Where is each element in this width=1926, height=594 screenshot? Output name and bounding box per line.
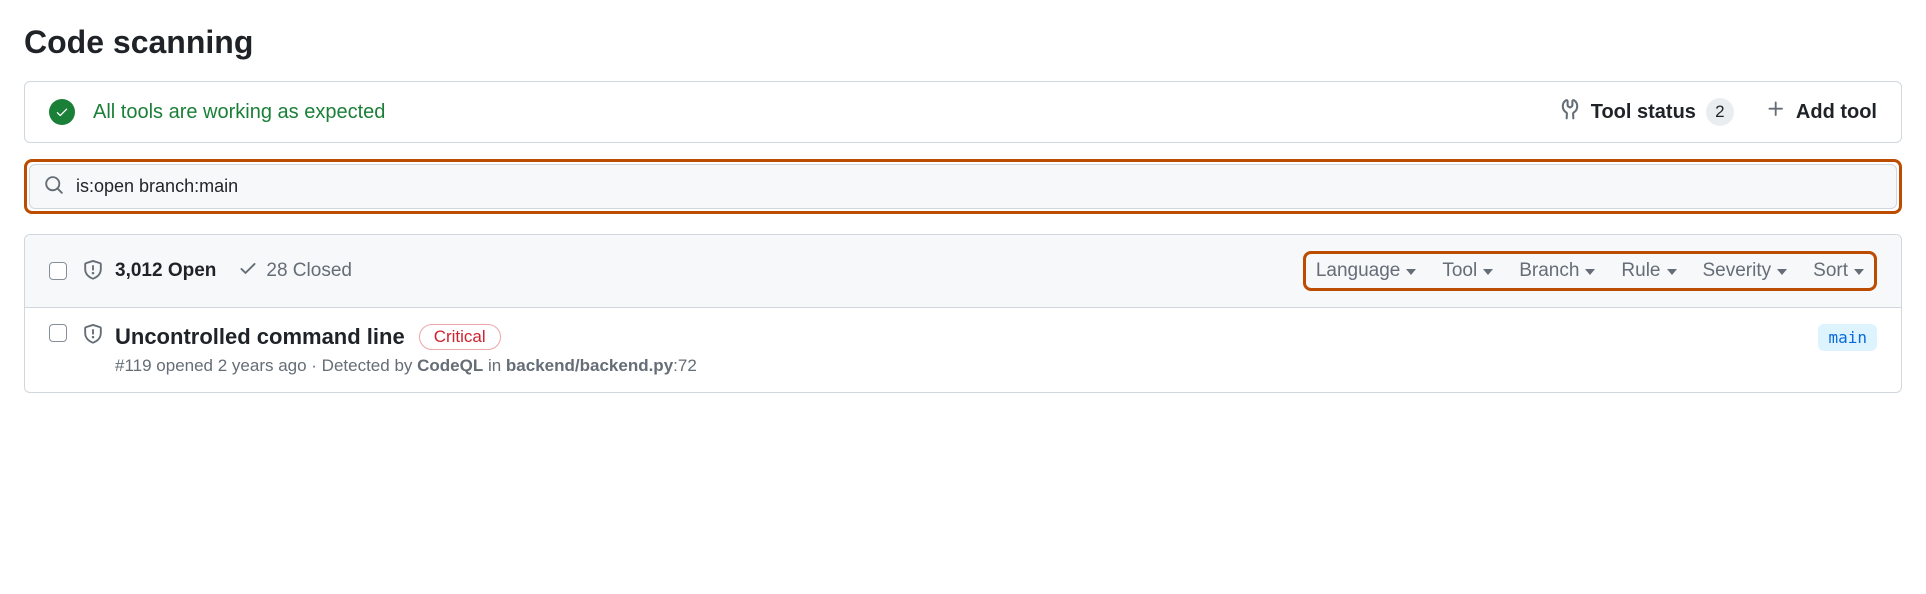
closed-count-label: 28 Closed <box>266 260 352 282</box>
caret-down-icon <box>1483 269 1493 275</box>
check-circle-icon <box>49 99 75 125</box>
caret-down-icon <box>1854 269 1864 275</box>
tool-status-label: Tool status <box>1591 101 1696 124</box>
tool-status-button[interactable]: Tool status 2 <box>1559 98 1734 126</box>
caret-down-icon <box>1777 269 1787 275</box>
check-icon <box>238 258 258 284</box>
alert-meta: #119 opened 2 years ago · Detected by Co… <box>115 356 1818 376</box>
caret-down-icon <box>1585 269 1595 275</box>
open-count-tab[interactable]: 3,012 Open <box>115 260 216 282</box>
search-box[interactable] <box>29 164 1897 209</box>
shield-alert-icon <box>83 324 103 347</box>
shield-alert-icon <box>83 260 103 283</box>
list-header: 3,012 Open 28 Closed Language Tool Branc… <box>25 235 1901 308</box>
status-message: All tools are working as expected <box>93 101 1559 124</box>
severity-badge: Critical <box>419 324 501 350</box>
filter-rule[interactable]: Rule <box>1621 260 1676 282</box>
tools-icon <box>1559 98 1581 126</box>
search-icon <box>44 175 76 198</box>
filter-language[interactable]: Language <box>1316 260 1417 282</box>
filter-tool[interactable]: Tool <box>1442 260 1493 282</box>
filters-highlight-box: Language Tool Branch Rule Severity Sort <box>1303 251 1877 291</box>
status-card: All tools are working as expected Tool s… <box>24 81 1902 143</box>
add-tool-label: Add tool <box>1796 101 1877 124</box>
add-tool-button[interactable]: Add tool <box>1766 99 1877 125</box>
page-title: Code scanning <box>24 24 1902 61</box>
filter-severity[interactable]: Severity <box>1703 260 1788 282</box>
search-highlight-box <box>24 159 1902 214</box>
alert-row[interactable]: Uncontrolled command line Critical #119 … <box>25 308 1901 392</box>
tool-status-count: 2 <box>1706 98 1734 126</box>
caret-down-icon <box>1406 269 1416 275</box>
select-all-checkbox[interactable] <box>49 262 67 280</box>
branch-label[interactable]: main <box>1818 324 1877 351</box>
alert-checkbox[interactable] <box>49 324 67 342</box>
filter-sort[interactable]: Sort <box>1813 260 1864 282</box>
caret-down-icon <box>1667 269 1677 275</box>
search-input[interactable] <box>76 176 1882 197</box>
alerts-list: 3,012 Open 28 Closed Language Tool Branc… <box>24 234 1902 393</box>
plus-icon <box>1766 99 1786 125</box>
filter-branch[interactable]: Branch <box>1519 260 1595 282</box>
closed-count-tab[interactable]: 28 Closed <box>238 258 352 284</box>
alert-title[interactable]: Uncontrolled command line <box>115 324 405 350</box>
